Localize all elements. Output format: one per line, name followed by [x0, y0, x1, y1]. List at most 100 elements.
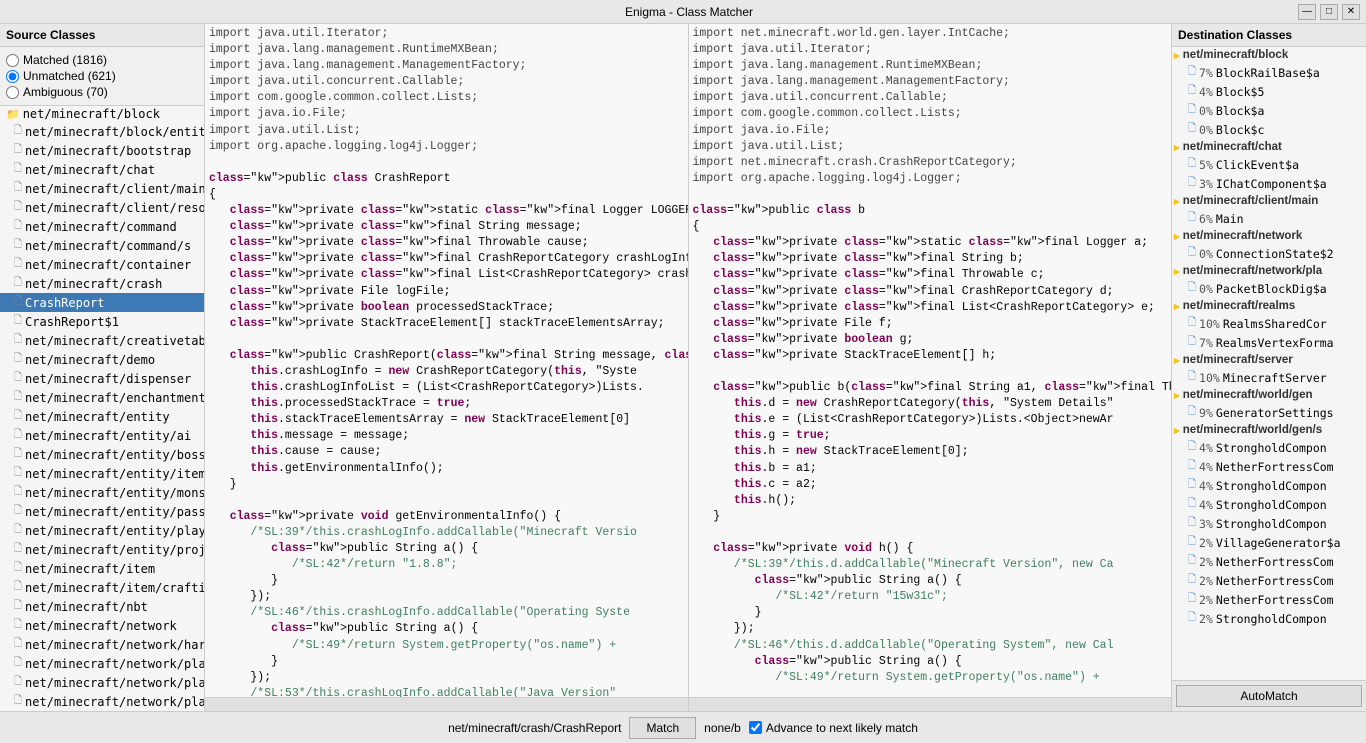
radio-unmatched[interactable] [6, 70, 19, 83]
right-list-item[interactable]: 🗋 9% GeneratorSettings [1172, 403, 1366, 422]
left-list-item[interactable]: 🗋net/minecraft/entity/ai [0, 426, 204, 445]
right-list-item[interactable]: 🗋 4% NetherFortressCom [1172, 457, 1366, 476]
left-list-item[interactable]: 🗋net/minecraft/network [0, 616, 204, 635]
left-list[interactable]: 📁net/minecraft/block🗋net/minecraft/block… [0, 106, 204, 711]
left-list-item[interactable]: 🗋net/minecraft/command [0, 217, 204, 236]
left-list-item[interactable]: 🗋net/minecraft/entity/player [0, 521, 204, 540]
left-list-item[interactable]: 🗋net/minecraft/demo [0, 350, 204, 369]
right-item-label: NetherFortressCom [1216, 593, 1334, 607]
right-list-item[interactable]: 🗋 7% BlockRailBase$a [1172, 63, 1366, 82]
right-list-item[interactable]: 🗋 6% Main [1172, 209, 1366, 228]
right-list-item[interactable]: 🗋 3% IChatComponent$a [1172, 174, 1366, 193]
right-list-item[interactable]: 🗋 4% StrongholdCompon [1172, 438, 1366, 457]
left-list-item[interactable]: 🗋net/minecraft/entity [0, 407, 204, 426]
left-code-content[interactable]: import java.util.Iterator; import java.l… [205, 24, 688, 697]
right-group-header[interactable]: ▸ net/minecraft/network/pla [1172, 263, 1366, 279]
right-list-item[interactable]: 🗋 0% Block$a [1172, 101, 1366, 120]
right-list-item[interactable]: 🗋 4% Block$5 [1172, 82, 1366, 101]
left-list-item[interactable]: 🗋net/minecraft/network/pla [0, 692, 204, 711]
right-list-item[interactable]: 🗋 2% NetherFortressCom [1172, 552, 1366, 571]
left-list-item[interactable]: 🗋net/minecraft/network/pla [0, 654, 204, 673]
left-list-item[interactable]: 🗋net/minecraft/item/crafting [0, 578, 204, 597]
right-group-header[interactable]: ▸ net/minecraft/realms [1172, 298, 1366, 314]
right-list-item[interactable]: 🗋 2% NetherFortressCom [1172, 590, 1366, 609]
right-list-item[interactable]: 🗋 4% StrongholdCompon [1172, 495, 1366, 514]
left-list-item[interactable]: 🗋net/minecraft/network/pla [0, 673, 204, 692]
radio-ambiguous[interactable] [6, 86, 19, 99]
match-percentage: 4% [1199, 85, 1213, 99]
maximize-button[interactable]: □ [1320, 4, 1338, 20]
left-list-item[interactable]: 🗋net/minecraft/client/resou [0, 198, 204, 217]
left-list-item[interactable]: 🗋net/minecraft/block/entity [0, 122, 204, 141]
doc-icon: 🗋 [1188, 534, 1196, 551]
right-list-item[interactable]: 🗋 10% MinecraftServer [1172, 368, 1366, 387]
left-list-item[interactable]: 🗋net/minecraft/command/s [0, 236, 204, 255]
right-code-content[interactable]: import net.minecraft.world.gen.layer.Int… [689, 24, 1172, 697]
right-group-header[interactable]: ▸ net/minecraft/chat [1172, 139, 1366, 155]
right-list-item[interactable]: 🗋 10% RealmsSharedCor [1172, 314, 1366, 333]
list-item-label: net/minecraft/entity/ai [25, 429, 191, 443]
left-list-item[interactable]: 🗋net/minecraft/creativetab [0, 331, 204, 350]
match-percentage: 9% [1199, 406, 1213, 420]
right-list-item[interactable]: 🗋 0% ConnectionState$2 [1172, 244, 1366, 263]
right-list-item[interactable]: 🗋 0% Block$c [1172, 120, 1366, 139]
right-list-item[interactable]: 🗋 0% PacketBlockDig$a [1172, 279, 1366, 298]
match-button[interactable]: Match [629, 717, 696, 739]
left-list-item[interactable]: 🗋CrashReport$1 [0, 312, 204, 331]
right-group-header[interactable]: ▸ net/minecraft/server [1172, 352, 1366, 368]
left-list-item[interactable]: 📁net/minecraft/block [0, 106, 204, 122]
radio-matched[interactable] [6, 54, 19, 67]
left-list-item[interactable]: 🗋net/minecraft/chat [0, 160, 204, 179]
left-code-hscroll[interactable] [205, 697, 688, 711]
match-percentage: 0% [1199, 247, 1213, 261]
match-percentage: 3% [1199, 177, 1213, 191]
right-list[interactable]: ▸ net/minecraft/block🗋 7% BlockRailBase$… [1172, 47, 1366, 680]
minimize-button[interactable]: — [1298, 4, 1316, 20]
match-percentage: 2% [1199, 612, 1213, 626]
right-group-header[interactable]: ▸ net/minecraft/network [1172, 228, 1366, 244]
left-list-item[interactable]: 🗋net/minecraft/container [0, 255, 204, 274]
right-list-item[interactable]: 🗋 2% VillageGenerator$a [1172, 533, 1366, 552]
status-bar: net/minecraft/crash/CrashReport Match no… [0, 711, 1366, 743]
left-list-item[interactable]: 🗋net/minecraft/network/har [0, 635, 204, 654]
right-list-item[interactable]: 🗋 5% ClickEvent$a [1172, 155, 1366, 174]
file-icon: 🗋 [14, 370, 22, 387]
right-list-item[interactable]: 🗋 2% NetherFortressCom [1172, 571, 1366, 590]
left-list-item[interactable]: 🗋net/minecraft/nbt [0, 597, 204, 616]
left-list-item[interactable]: 🗋net/minecraft/crash [0, 274, 204, 293]
right-code-hscroll[interactable] [689, 697, 1172, 711]
title-bar: Enigma - Class Matcher — □ ✕ [0, 0, 1366, 24]
right-group-header[interactable]: ▸ net/minecraft/world/gen [1172, 387, 1366, 403]
right-group-header[interactable]: ▸ net/minecraft/world/gen/s [1172, 422, 1366, 438]
left-list-item[interactable]: 🗋net/minecraft/enchantment [0, 388, 204, 407]
match-percentage: 4% [1199, 498, 1213, 512]
left-list-item[interactable]: 🗋net/minecraft/entity/mons [0, 483, 204, 502]
match-percentage: 10% [1199, 371, 1220, 385]
left-list-item[interactable]: 🗋net/minecraft/client/main [0, 179, 204, 198]
right-group-header[interactable]: ▸ net/minecraft/block [1172, 47, 1366, 63]
advance-checkbox[interactable] [749, 721, 762, 734]
left-list-item[interactable]: 🗋net/minecraft/item [0, 559, 204, 578]
left-list-item[interactable]: 🗋net/minecraft/entity/item [0, 464, 204, 483]
automatch-button[interactable]: AutoMatch [1176, 685, 1362, 707]
left-list-item[interactable]: 🗋net/minecraft/entity/passi [0, 502, 204, 521]
file-icon: 🗋 [14, 503, 22, 520]
right-list-item[interactable]: 🗋 3% StrongholdCompon [1172, 514, 1366, 533]
left-list-item[interactable]: 🗋CrashReport [0, 293, 204, 312]
right-list-item[interactable]: 🗋 7% RealmsVertexForma [1172, 333, 1366, 352]
left-list-item[interactable]: 🗋net/minecraft/entity/projec [0, 540, 204, 559]
right-list-item[interactable]: 🗋 4% StrongholdCompon [1172, 476, 1366, 495]
folder-icon: ▸ [1174, 48, 1180, 62]
left-list-item[interactable]: 🗋net/minecraft/entity/boss [0, 445, 204, 464]
close-button[interactable]: ✕ [1342, 4, 1360, 20]
doc-icon: 🗋 [1188, 175, 1196, 192]
file-icon: 🗋 [14, 218, 22, 235]
list-item-label: net/minecraft/command/s [25, 239, 191, 253]
left-list-item[interactable]: 🗋net/minecraft/bootstrap [0, 141, 204, 160]
match-percentage: 2% [1199, 536, 1213, 550]
right-group-header[interactable]: ▸ net/minecraft/client/main [1172, 193, 1366, 209]
folder-icon: ▸ [1174, 353, 1180, 367]
right-list-item[interactable]: 🗋 2% StrongholdCompon [1172, 609, 1366, 628]
left-list-item[interactable]: 🗋net/minecraft/dispenser [0, 369, 204, 388]
doc-icon: 🗋 [1188, 83, 1196, 100]
